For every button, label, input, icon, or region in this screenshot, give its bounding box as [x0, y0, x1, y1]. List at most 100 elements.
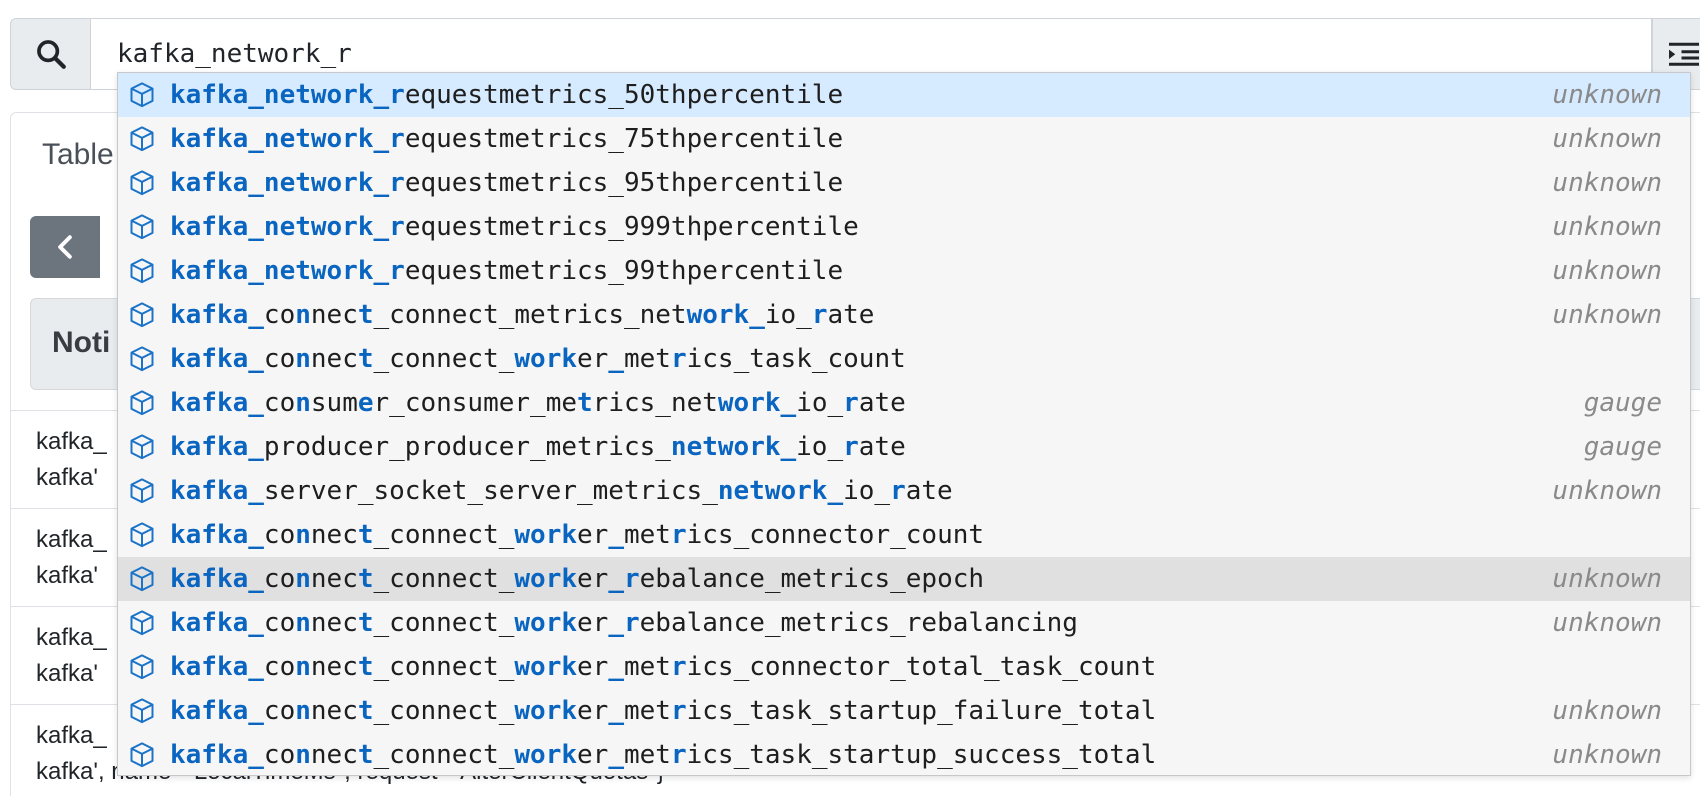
- cube-icon: [126, 431, 158, 463]
- metric-type: unknown: [1552, 696, 1662, 726]
- label-text: ics_task_count: [686, 344, 906, 374]
- match-highlight: r: [890, 476, 906, 506]
- suggestion-item[interactable]: kafka_network_requestmetrics_999thpercen…: [118, 205, 1690, 249]
- cube-icon: [126, 343, 158, 375]
- cube-icon: [126, 519, 158, 551]
- suggestion-label: kafka_network_requestmetrics_99thpercent…: [170, 256, 843, 286]
- match-highlight: kafka_: [170, 520, 264, 550]
- metric-type: unknown: [1552, 564, 1662, 594]
- suggestion-item[interactable]: kafka_connect_connect_worker_rebalance_m…: [118, 601, 1690, 645]
- match-highlight: kafka_network_r: [170, 80, 405, 110]
- match-highlight: r: [670, 696, 687, 726]
- label-text: server_socket_server_metrics_: [263, 476, 718, 506]
- suggestion-item[interactable]: kafka_network_requestmetrics_95thpercent…: [118, 161, 1690, 205]
- suggestion-item[interactable]: kafka_consumer_consumer_metrics_network_…: [118, 381, 1690, 425]
- cube-icon: [126, 387, 158, 419]
- metric-type: unknown: [1552, 212, 1662, 242]
- metric-type: unknown: [1552, 608, 1662, 638]
- match-highlight: t: [357, 696, 374, 726]
- match-highlight: kafka_: [170, 696, 264, 726]
- label-text: ics_connector_count: [686, 520, 985, 550]
- match-highlight: work: [514, 344, 578, 374]
- match-highlight: n: [295, 520, 311, 550]
- suggestion-label: kafka_connect_connect_worker_metrics_con…: [170, 652, 1156, 682]
- label-text: equestmetrics_999thpercentile: [404, 212, 859, 242]
- label-text: met: [624, 696, 671, 726]
- match-highlight: kafka_: [170, 432, 264, 462]
- label-text: nec: [310, 344, 358, 374]
- metric-type: unknown: [1552, 740, 1662, 770]
- match-highlight: kafka_: [170, 388, 264, 418]
- label-text: nec: [310, 740, 358, 770]
- suggestion-item[interactable]: kafka_connect_connect_metrics_network_io…: [118, 293, 1690, 337]
- suggestion-label: kafka_connect_connect_worker_rebalance_m…: [170, 564, 984, 594]
- match-highlight: t: [357, 564, 374, 594]
- match-highlight: work_: [717, 388, 797, 418]
- chevron-left-icon: [58, 235, 72, 259]
- suggestion-item[interactable]: kafka_connect_connect_worker_metrics_tas…: [118, 689, 1690, 733]
- label-text: ate: [858, 432, 906, 462]
- metric-type: gauge: [1583, 432, 1662, 462]
- label-text: rics_net: [592, 388, 718, 418]
- match-highlight: t: [357, 608, 374, 638]
- label-text: co: [263, 740, 296, 770]
- label-text: co: [263, 696, 296, 726]
- suggestion-item[interactable]: kafka_network_requestmetrics_99thpercent…: [118, 249, 1690, 293]
- suggestion-item[interactable]: kafka_connect_connect_worker_metrics_con…: [118, 513, 1690, 557]
- match-highlight: _r: [608, 564, 640, 594]
- suggestion-item[interactable]: kafka_connect_connect_worker_metrics_tas…: [118, 337, 1690, 381]
- label-text: er: [577, 344, 609, 374]
- label-text: nec: [310, 608, 358, 638]
- match-highlight: kafka_: [170, 608, 264, 638]
- label-text: er: [577, 608, 609, 638]
- suggestion-label: kafka_network_requestmetrics_95thpercent…: [170, 168, 843, 198]
- match-highlight: t: [357, 344, 374, 374]
- match-highlight: network_: [717, 476, 844, 506]
- label-text: met: [624, 344, 671, 374]
- label-text: _connect_: [373, 608, 515, 638]
- suggestion-item[interactable]: kafka_network_requestmetrics_50thpercent…: [118, 73, 1690, 117]
- label-text: er: [577, 652, 609, 682]
- metric-type: unknown: [1552, 80, 1662, 110]
- match-highlight: work: [514, 520, 578, 550]
- match-highlight: kafka_: [170, 300, 264, 330]
- match-highlight: work_: [686, 300, 765, 330]
- cube-icon: [126, 651, 158, 683]
- label-text: nec: [310, 652, 358, 682]
- previous-button[interactable]: [30, 216, 100, 278]
- label-text: producer_producer_metrics_: [263, 432, 671, 462]
- match-highlight: n: [295, 696, 311, 726]
- label-text: co: [263, 344, 296, 374]
- label-text: _connect_: [373, 564, 515, 594]
- cube-icon: [126, 739, 158, 771]
- match-highlight: _: [608, 344, 624, 374]
- match-highlight: kafka_network_r: [170, 124, 405, 154]
- match-highlight: network_: [670, 432, 797, 462]
- suggestion-item[interactable]: kafka_connect_connect_worker_metrics_con…: [118, 645, 1690, 689]
- cube-icon: [126, 695, 158, 727]
- match-highlight: work: [514, 740, 578, 770]
- label-text: r_consumer_me: [373, 388, 578, 418]
- label-text: equestmetrics_95thpercentile: [404, 168, 844, 198]
- suggestion-item[interactable]: kafka_connect_connect_worker_rebalance_m…: [118, 557, 1690, 601]
- suggestion-item[interactable]: kafka_connect_connect_worker_metrics_tas…: [118, 733, 1690, 775]
- label-text: ics_connector_total_task_count: [686, 652, 1157, 682]
- series-label: kafka_: [36, 722, 107, 749]
- match-highlight: t: [357, 740, 374, 770]
- search-button[interactable]: [10, 18, 90, 90]
- label-text: nec: [310, 520, 358, 550]
- label-text: _connect_: [373, 696, 515, 726]
- match-highlight: _r: [608, 608, 640, 638]
- match-highlight: kafka_network_r: [170, 212, 405, 242]
- label-text: co: [263, 520, 296, 550]
- match-highlight: n: [295, 608, 311, 638]
- search-icon: [36, 40, 66, 69]
- suggestion-item[interactable]: kafka_network_requestmetrics_75thpercent…: [118, 117, 1690, 161]
- tab-table[interactable]: Table: [42, 138, 114, 172]
- suggestion-item[interactable]: kafka_producer_producer_metrics_network_…: [118, 425, 1690, 469]
- cube-icon: [126, 255, 158, 287]
- match-highlight: n: [295, 740, 311, 770]
- suggestion-item[interactable]: kafka_server_socket_server_metrics_netwo…: [118, 469, 1690, 513]
- match-highlight: kafka_: [170, 740, 264, 770]
- label-text: co: [263, 300, 296, 330]
